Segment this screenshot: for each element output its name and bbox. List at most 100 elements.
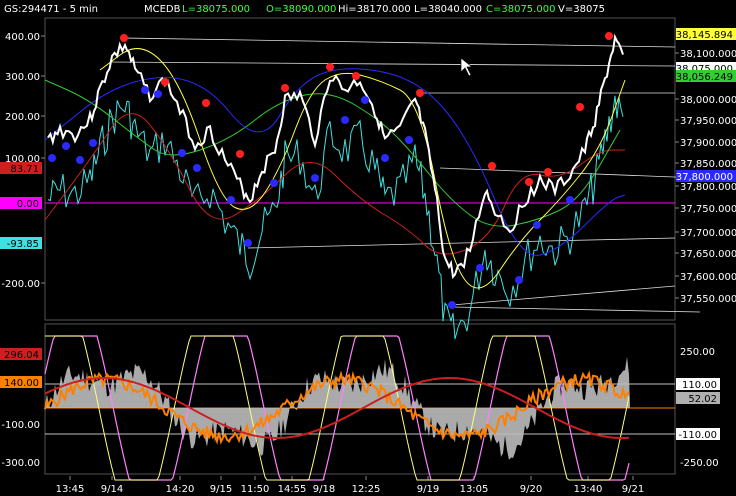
blue-signal-dot [76,156,84,164]
upper-right-badge: 38,145.894 [676,28,736,41]
lower-panel-series [44,335,675,481]
blue-signal-dot [141,86,149,94]
lower-right-tick-label: -250.00 [680,458,719,469]
time-tick-label: 9/15 [210,484,232,495]
header-volume: V=38075 [558,4,605,15]
blue-signal-dot [476,264,484,272]
header-bar: GS:294471 - 5 min MCEDB L=38075.000 O=38… [4,4,605,15]
upper-left-tick-label: 200.00 [5,112,40,123]
lower-right-badge-label: 110.00 [682,380,717,391]
time-tick-label: 11:50 [241,484,270,495]
header-close: C=38075.000 [486,4,555,15]
blue-signal-dot [244,239,252,247]
upper-left-tick-label: 300.00 [5,72,40,83]
upper-left-badge: -93.85 [0,237,42,250]
blue-signal-dot [89,139,97,147]
blue-signal-dot [361,96,369,104]
price-line [47,33,624,280]
trend-line[interactable] [109,61,676,67]
time-tick-label: 13:40 [574,484,603,495]
blue-signal-dot [311,174,319,182]
red-signal-dot [236,150,244,158]
red-signal-dot [544,168,552,176]
time-tick-label: 14:20 [166,484,195,495]
upper-left-badge: 0.00 [0,197,42,210]
red-signal-dot [161,78,169,86]
header-close-low: L=38040.000 [414,4,482,15]
upper-right-badge-label: 38,056.249 [676,72,733,83]
header-source: MCEDB [144,4,181,15]
time-tick-label: 9/20 [520,484,542,495]
upper-right-tick-label: 37,950.000 [680,116,736,127]
blue-signal-dot [533,221,541,229]
upper-right-tick-label: 37,550.000 [680,294,736,305]
upper-right-tick-label: 37,650.000 [680,249,736,260]
blue-signal-dot [515,276,523,284]
red-signal-dot [525,178,533,186]
blue-signal-dot [448,301,456,309]
blue-signal-dot [227,196,235,204]
red-signal-dot [281,84,289,92]
upper-right-tick-label: 37,750.000 [680,204,736,215]
mouse-cursor-icon [460,57,473,77]
header-low: L=38075.000 [182,4,250,15]
lower-right-badge: 52.02 [676,392,720,405]
upper-right-badge-label: 38,145.894 [676,30,733,41]
trend-line[interactable] [451,306,701,313]
time-tick-label: 13:45 [56,484,85,495]
lower-right-badge-label: -110.00 [678,430,717,441]
upper-right-tick-label: 38,100.000 [680,49,736,60]
upper-left-badge: 83.71 [0,162,42,175]
red-signal-dot [488,162,496,170]
upper-right-badge: 38,056.249 [676,70,736,83]
lower-left-badge-label: 140.00 [4,378,39,389]
upper-right-tick-label: 37,700.000 [680,228,736,239]
blue-signal-dot [178,149,186,157]
upper-right-badge-label: 37,800.000 [676,172,733,183]
upper-left-tick-label: 400.00 [5,32,40,43]
header-open: O=38090.000 [266,4,336,15]
red-signal-dot [576,103,584,111]
lower-left-badge: 140.00 [0,376,42,389]
trend-line[interactable] [247,237,676,249]
lower-left-tick-label: -100.00 [1,420,40,431]
cyan-indicator-line [47,95,624,340]
header-high: Hi=38170.000 [338,4,411,15]
trend-line[interactable] [123,37,676,48]
time-tick-label: 13:05 [460,484,489,495]
red-signal-dot [416,89,424,97]
blue-signal-dot [566,196,574,204]
red-signal-dot [202,99,210,107]
red-signal-dot [120,34,128,42]
time-tick-label: 9/21 [622,484,644,495]
time-tick-label: 9/19 [417,484,439,495]
blue-signal-dot [270,179,278,187]
time-axis: 13:45 9/14 14:20 9/15 11:50 14:55 9/18 12:25 9/1… [56,476,644,495]
lower-left-badge-label: 296.04 [4,350,39,361]
upper-right-tick-label: 37,850.000 [680,159,736,170]
red-signal-dot [352,72,360,80]
time-tick-label: 14:55 [278,484,307,495]
lower-left-badge: 296.04 [0,348,42,361]
upper-left-tick-label: -200.00 [1,279,40,290]
upper-panel-frame [44,17,676,321]
red-signal-dot [605,32,613,40]
lower-right-badge: -110.00 [676,428,720,441]
blue-signal-dot [381,154,389,162]
trend-line[interactable] [451,285,676,306]
header-symbol: GS:294471 - 5 min [4,4,98,15]
upper-left-badge-label: 0.00 [17,199,39,210]
lower-right-badge: 110.00 [676,378,720,391]
time-tick-label: 12:25 [352,484,381,495]
upper-right-tick-label: 37,600.000 [680,272,736,283]
blue-signal-dot [341,116,349,124]
blue-signal-dot [154,90,162,98]
lower-left-tick-label: -300.00 [1,458,40,469]
time-tick-label: 9/14 [101,484,123,495]
lower-right-badge-label: 52.02 [688,394,717,405]
upper-left-badge-label: 83.71 [10,164,39,175]
trading-chart[interactable]: GS:294471 - 5 min MCEDB L=38075.000 O=38… [0,0,736,496]
upper-left-badge-label: -93.85 [7,239,39,250]
blue-signal-dot [48,154,56,162]
upper-right-tick-label: 37,900.000 [680,138,736,149]
